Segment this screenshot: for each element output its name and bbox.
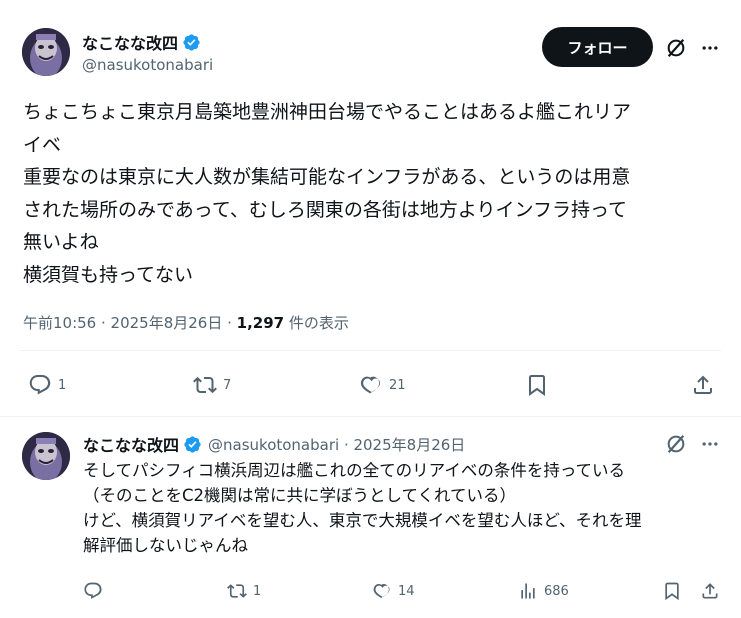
author-handle[interactable]: @nasukotonabari (82, 56, 213, 74)
verified-badge-icon (182, 33, 201, 52)
divider (20, 350, 721, 351)
reply-icon (84, 582, 102, 599)
reply-handle-date[interactable]: @nasukotonabari · 2025年8月26日 (208, 434, 465, 455)
reply-button[interactable] (83, 581, 109, 601)
tweet-text-line: 重要なのは東京に大人数が集結可能なインフラがある、というのは用意 (23, 166, 631, 188)
bookmark-button[interactable] (525, 373, 549, 397)
tweet-text-line: ちょこちょこ東京月島築地豊洲神田台場でやることはあるよ艦これリア (23, 101, 632, 123)
reply-text-line: けど、横須賀リアイベを望む人、東京で大規模イベを望む人ほど、それを理 (83, 511, 642, 530)
reply-text-line: （そのことをC2機関は常に共に学ぼうとしてくれている） (83, 486, 517, 505)
bookmark-button[interactable] (662, 581, 682, 601)
reply-icon (29, 375, 51, 395)
tweet-text-line: イベ (23, 133, 62, 156)
reply-avatar[interactable] (22, 432, 70, 480)
share-button[interactable] (691, 373, 715, 397)
reply-count: 1 (58, 377, 67, 393)
author-name-text: なこなな改四 (82, 34, 179, 53)
like-count: 14 (398, 583, 415, 599)
like-count: 21 (389, 377, 406, 393)
tweet-meta: 午前10:56 · 2025年8月26日 · 1,297 件の表示 (23, 312, 349, 333)
reply-button[interactable]: 1 (28, 373, 66, 397)
like-button[interactable]: 14 (372, 581, 415, 601)
repost-icon (193, 376, 217, 394)
reply-author-name[interactable]: なこなな改四 (83, 432, 179, 456)
tweet-text: ちょこちょこ東京月島築地豊洲神田台場でやることはあるよ艦これリア イベ 重要なの… (23, 96, 723, 291)
repost-icon (227, 584, 247, 598)
share-icon (694, 375, 712, 394)
reply-text-line: そしてパシフィコ横浜周辺は艦これの全てのリアイベの条件を持っている (83, 461, 626, 480)
views-icon (521, 583, 535, 599)
divider (0, 416, 741, 417)
share-icon (702, 583, 718, 599)
views-button[interactable]: 686 (518, 581, 569, 601)
more-icon[interactable] (698, 432, 722, 456)
like-icon (360, 376, 381, 394)
grok-icon[interactable] (664, 432, 688, 456)
share-button[interactable] (700, 581, 720, 601)
like-icon (373, 583, 390, 598)
reply-text: そしてパシフィコ横浜周辺は艦これの全てのリアイベの条件を持っている （そのことを… (83, 458, 733, 558)
views-label: 件の表示 (284, 314, 349, 332)
like-button[interactable]: 21 (359, 373, 406, 397)
views-count: 1,297 (236, 314, 285, 332)
grok-icon[interactable] (664, 36, 688, 60)
follow-button[interactable]: フォロー (542, 27, 653, 67)
bookmark-icon (529, 375, 545, 396)
views-count: 686 (544, 583, 569, 599)
tweet-text-line: 横須賀も持ってない (23, 263, 194, 286)
reply-text-line: 解評価しないじゃんね (83, 536, 248, 555)
author-name[interactable]: なこなな改四 (82, 30, 201, 54)
tweet-text-line: された場所のみであって、むしろ関東の各街は地方よりインフラ持って (23, 198, 628, 221)
bookmark-icon (665, 582, 679, 601)
repost-button[interactable]: 7 (193, 373, 231, 397)
repost-count: 1 (253, 583, 262, 599)
reply-header: なこなな改四 @nasukotonabari · 2025年8月26日 (83, 432, 465, 456)
repost-button[interactable]: 1 (227, 581, 261, 601)
more-icon[interactable] (698, 36, 722, 60)
avatar[interactable] (22, 28, 70, 76)
repost-count: 7 (223, 377, 232, 393)
tweet-timestamp[interactable]: 午前10:56 · 2025年8月26日 · (23, 314, 237, 332)
tweet-text-line: 無いよね (23, 231, 99, 253)
verified-badge-icon (183, 435, 202, 454)
